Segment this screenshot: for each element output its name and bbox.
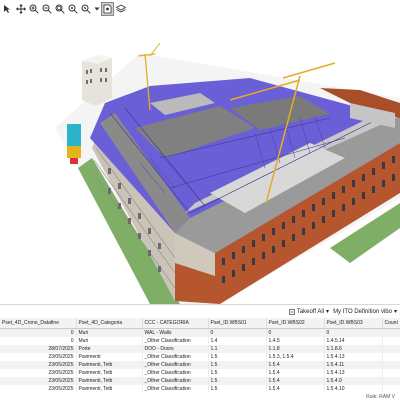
column-header[interactable]: Pset_ID.WBS02 xyxy=(266,318,325,329)
table-cell xyxy=(382,377,400,385)
table-cell: _Other Classification xyxy=(142,361,209,369)
table-cell: Muri xyxy=(76,328,143,337)
table-cell: 1.4.5.14 xyxy=(324,337,383,345)
table-cell: 1.5.4 xyxy=(266,369,325,377)
table-cell: _Other Classification xyxy=(142,337,209,345)
table-row[interactable]: 23/05/2025 Pavimenti, Tetti _Other Class… xyxy=(0,361,400,369)
select-icon[interactable] xyxy=(2,3,14,15)
table-cell: 0 xyxy=(208,328,267,337)
table-cell: 0 xyxy=(324,328,383,337)
table-cell: 1.5 xyxy=(208,361,267,369)
table-cell: 23/05/2025 xyxy=(0,377,77,385)
column-header[interactable]: Pset_4D_Categoria xyxy=(76,318,143,329)
model-viewport[interactable] xyxy=(0,18,400,304)
table-cell: DOO - Doors xyxy=(142,345,209,353)
table-cell: Pavimenti, Tetti xyxy=(76,385,143,393)
table-cell: WAL - Walls xyxy=(142,328,209,337)
table-cell: Pavimenti, Tetti xyxy=(76,361,143,369)
table-cell xyxy=(382,369,400,377)
table-cell: 1.5.4 xyxy=(266,361,325,369)
table-cell xyxy=(382,328,400,337)
table-cell: 1.1 xyxy=(208,345,267,353)
table-cell: 0 xyxy=(0,337,77,345)
zoom-in-icon[interactable] xyxy=(28,3,40,15)
table-cell: 1.1.8.6 xyxy=(324,345,383,353)
table-cell: 1.5.3, 1.5.4 xyxy=(266,353,325,361)
table-cell: 1.5 xyxy=(208,353,267,361)
table-cell: 1.5.4.10 xyxy=(324,385,383,393)
table-cell: Pavimenti, Tetti xyxy=(76,369,143,377)
table-header-row: Pset_4D_Crono_Datafine Pset_4D_Categoria… xyxy=(0,318,400,329)
definition-dropdown[interactable]: My ITO Definition vibo ▾ xyxy=(333,308,397,316)
table-cell: 1.5.4 xyxy=(266,385,325,393)
table-cell: 1.4 xyxy=(208,337,267,345)
table-cell: 1.5 xyxy=(208,369,267,377)
pan-icon[interactable] xyxy=(15,3,27,15)
quantity-table: Pset_4D_Crono_Datafine Pset_4D_Categoria… xyxy=(0,318,400,400)
column-header[interactable]: Pset_4D_Crono_Datafine xyxy=(0,318,77,329)
zoom-out-icon[interactable] xyxy=(41,3,53,15)
column-header[interactable]: Pset_ID.WBS01 xyxy=(208,318,267,329)
zoom-fit-icon[interactable] xyxy=(54,3,66,15)
status-text: Rule: RAM V xyxy=(364,394,397,400)
column-header[interactable]: CCC - CATEGORIA xyxy=(142,318,209,329)
layers-icon[interactable] xyxy=(115,3,127,15)
table-cell: 23/05/2025 xyxy=(0,361,77,369)
table-cell: 1.1.8 xyxy=(266,345,325,353)
table-cell: 28/07/2025 xyxy=(0,345,77,353)
table-cell: 1.5 xyxy=(208,385,267,393)
table-cell: 1.4.5 xyxy=(266,337,325,345)
chevron-down-icon: ▾ xyxy=(393,309,397,315)
table-cell: 23/05/2025 xyxy=(0,353,77,361)
column-header[interactable]: Pset_ID.WBS03 xyxy=(324,318,383,329)
grid-toolbar: Takeoff All ▾ My ITO Definition vibo ▾ xyxy=(0,304,400,318)
table-cell: 0 xyxy=(0,328,77,337)
table-row[interactable]: 0 Muri _Other Classification 1.4 1.4.5 1… xyxy=(0,337,400,345)
zoom-selection-icon[interactable] xyxy=(80,3,92,15)
dropdown-arrow-icon[interactable] xyxy=(93,3,100,15)
table-cell xyxy=(382,353,400,361)
table-cell: 0 xyxy=(266,328,325,337)
bim-model-render xyxy=(55,42,400,304)
table-cell xyxy=(382,337,400,345)
takeoff-icon xyxy=(288,308,295,315)
table-cell: Porte xyxy=(76,345,143,353)
definition-label: My ITO Definition vibo xyxy=(333,308,392,315)
table-cell: Pavimenti xyxy=(76,353,143,361)
zoom-window-icon[interactable] xyxy=(67,3,79,15)
table-cell: _Other Classification xyxy=(142,385,209,393)
table-cell: 23/05/2025 xyxy=(0,369,77,377)
table-cell xyxy=(382,361,400,369)
table-cell: 1.5.4.11 xyxy=(324,361,383,369)
table-cell: Muri xyxy=(76,337,143,345)
table-row[interactable]: 23/05/2025 Pavimenti _Other Classificati… xyxy=(0,353,400,361)
takeoff-all-label: Takeoff All xyxy=(296,308,325,315)
viewer-toolbar xyxy=(0,0,400,18)
table-row[interactable]: 23/05/2025 Pavimenti, Tetti _Other Class… xyxy=(0,377,400,385)
table-row[interactable]: 0 Muri WAL - Walls 0 0 0 xyxy=(0,328,400,337)
table-row[interactable]: 23/05/2025 Pavimenti, Tetti _Other Class… xyxy=(0,369,400,377)
table-cell: Pavimenti, Tetti xyxy=(76,377,143,385)
table-row[interactable]: 23/05/2025 Pavimenti, Tetti _Other Class… xyxy=(0,385,400,393)
table-cell: 1.5.4.13 xyxy=(324,353,383,361)
table-cell: 23/05/2025 xyxy=(0,385,77,393)
table-cell: _Other Classification xyxy=(142,369,209,377)
chevron-down-icon: ▾ xyxy=(326,309,330,315)
table-row[interactable]: 28/07/2025 Porte DOO - Doors 1.1 1.1.8 1… xyxy=(0,345,400,353)
table-cell xyxy=(382,385,400,393)
site-container-block xyxy=(67,124,81,146)
table-cell: _Other Classification xyxy=(142,353,209,361)
table-cell: 1.5.4 xyxy=(266,377,325,385)
table-cell xyxy=(382,345,400,353)
table-cell: 1.5 xyxy=(208,377,267,385)
column-header[interactable]: Count xyxy=(382,318,400,329)
table-cell: 1.5.4.13 xyxy=(324,369,383,377)
table-cell: _Other Classification xyxy=(142,377,209,385)
takeoff-all-dropdown[interactable]: Takeoff All ▾ xyxy=(288,308,330,315)
table-cell: 1.5.4.9 xyxy=(324,377,383,385)
view-icon[interactable] xyxy=(101,2,114,16)
